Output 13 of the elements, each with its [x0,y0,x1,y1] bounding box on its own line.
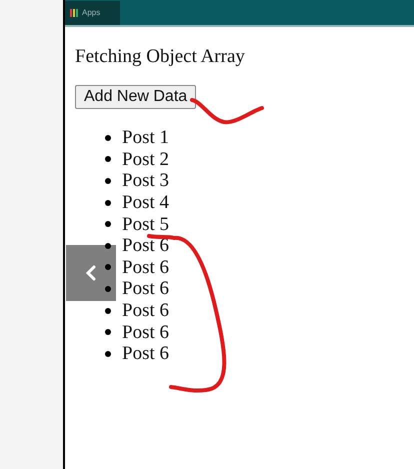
list-item: Post 1 [122,127,169,148]
list-item: Post 6 [122,343,169,364]
list-item: Post 6 [122,300,169,322]
list-item: Post 6 [122,322,169,343]
list-item: Post 4 [122,192,169,214]
bookmark-link[interactable]: Apps [82,7,100,19]
list-item: Post 2 [122,148,169,170]
add-data-button[interactable]: Add New Data [75,85,196,109]
page-heading: Fetching Object Array [75,45,246,69]
list-item: Post 6 [122,256,169,278]
list-item: Post 6 [122,278,169,300]
list-item: Post 3 [122,170,169,192]
list-item: Post 5 [122,214,169,235]
